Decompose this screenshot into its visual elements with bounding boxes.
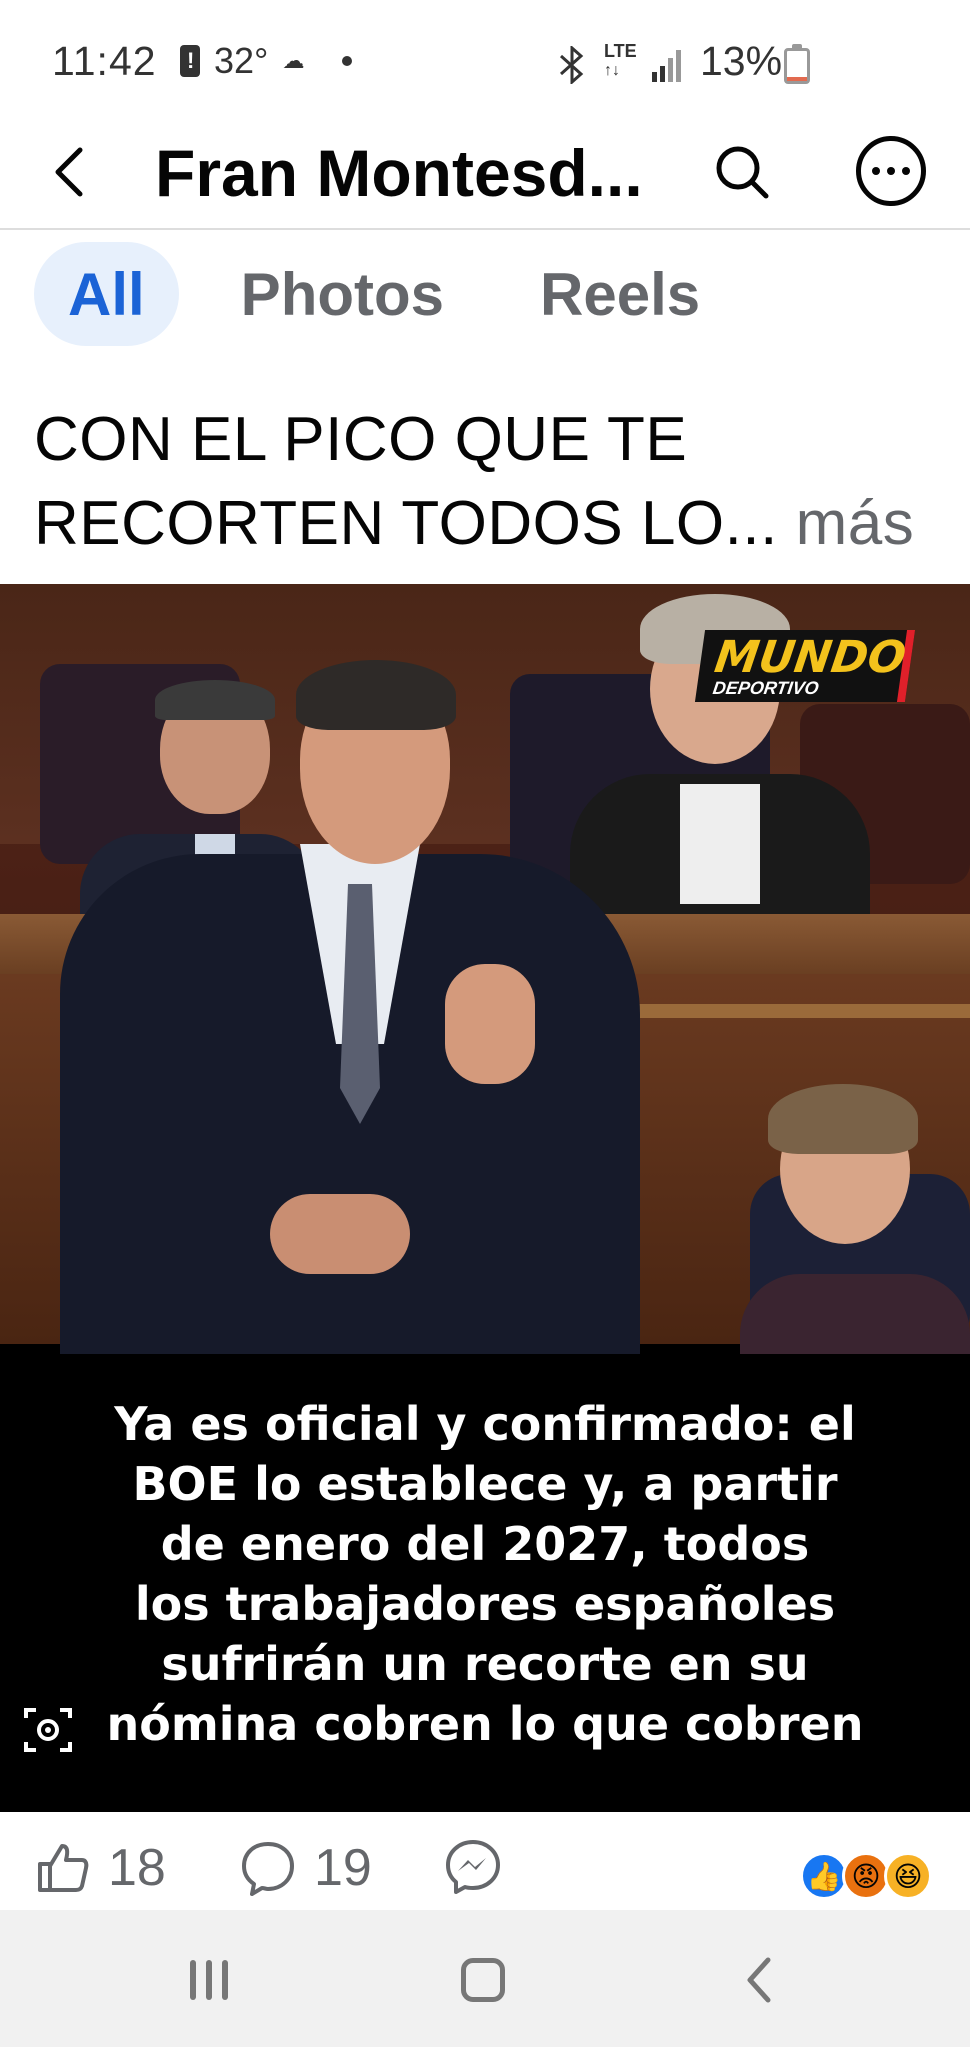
- logo-top-text: MUNDO: [711, 632, 910, 683]
- status-bar: 11:42 32° ☁ LTE↑↓ 13%: [0, 0, 970, 120]
- page-title: Fran Montesd...: [155, 136, 643, 210]
- post-text-line-1: CON EL PICO QUE TE: [34, 405, 688, 474]
- post-text-line-2-content: RECORTEN TODOS LO...: [34, 489, 778, 558]
- logo-bottom-text: DEPORTIVO: [711, 678, 821, 698]
- caption-line: Ya es oficial y confirmado: el: [114, 1397, 856, 1451]
- like-button[interactable]: 18: [34, 1838, 166, 1898]
- home-icon[interactable]: [461, 1958, 505, 2002]
- messenger-icon: [446, 1840, 500, 1894]
- tab-all[interactable]: All: [34, 242, 179, 346]
- caption-line: nómina cobren lo que cobren: [106, 1697, 864, 1751]
- seated-person: [690, 1084, 970, 1354]
- weather-icon: ☁: [282, 48, 305, 73]
- more-options-icon[interactable]: [856, 136, 926, 206]
- alert-icon: [180, 45, 200, 77]
- back-arrow-icon[interactable]: [42, 142, 102, 202]
- battery-percent: 13%: [700, 38, 783, 84]
- mundo-deportivo-logo: MUNDO DEPORTIVO: [694, 630, 916, 702]
- system-nav-bar: [0, 1910, 970, 2047]
- post-image[interactable]: MUNDO DEPORTIVO Ya es oficial y confirma…: [0, 584, 970, 1812]
- reaction-summary[interactable]: 👍 😡 😆: [800, 1852, 932, 1900]
- recents-icon[interactable]: [190, 1960, 228, 2000]
- main-speaker: [60, 604, 660, 1354]
- comment-icon: [242, 1842, 294, 1896]
- caption-line: sufrirán un recorte en su: [161, 1637, 809, 1691]
- tab-reels[interactable]: Reels: [506, 242, 734, 346]
- caption-line: BOE lo establece y, a partir: [132, 1457, 838, 1511]
- battery-icon: [784, 44, 810, 84]
- page-header: Fran Montesd...: [0, 120, 970, 230]
- system-back-icon[interactable]: [740, 1956, 780, 2004]
- caption-line: los trabajadores españoles: [134, 1577, 836, 1631]
- image-caption: Ya es oficial y confirmado: el BOE lo es…: [0, 1394, 970, 1754]
- comment-count: 19: [314, 1839, 372, 1897]
- status-time: 11:42: [52, 38, 157, 84]
- angry-reaction-icon: 😡: [842, 1852, 890, 1900]
- caption-line: de enero del 2027, todos: [160, 1517, 810, 1571]
- bluetooth-icon: [559, 46, 584, 84]
- post-actions: 18 19 👍 😡 😆: [0, 1838, 970, 1918]
- share-button[interactable]: [444, 1838, 502, 1896]
- lte-icon: LTE ↑↓: [604, 41, 637, 79]
- filter-tabs: All Photos Reels: [34, 242, 762, 346]
- search-icon[interactable]: [710, 140, 774, 204]
- lte-label: LTE: [604, 41, 637, 61]
- comment-button[interactable]: 19: [240, 1838, 372, 1898]
- status-left-icons: 32° ☁: [180, 40, 353, 82]
- haha-reaction-icon: 😆: [884, 1852, 932, 1900]
- tab-photos[interactable]: Photos: [207, 242, 478, 346]
- like-icon: [38, 1844, 89, 1892]
- see-more-link[interactable]: más: [796, 489, 915, 558]
- like-reaction-icon: 👍: [800, 1852, 848, 1900]
- post-text-line-2: RECORTEN TODOS LO... más: [34, 482, 934, 566]
- signal-icon: [652, 50, 681, 82]
- notification-dot-icon: [342, 56, 353, 66]
- post-text: CON EL PICO QUE TE RECORTEN TODOS LO... …: [34, 398, 934, 566]
- post-photo: MUNDO DEPORTIVO: [0, 584, 970, 1354]
- visual-search-icon[interactable]: [22, 1704, 74, 1756]
- status-temperature: 32°: [214, 40, 269, 81]
- like-count: 18: [108, 1839, 166, 1897]
